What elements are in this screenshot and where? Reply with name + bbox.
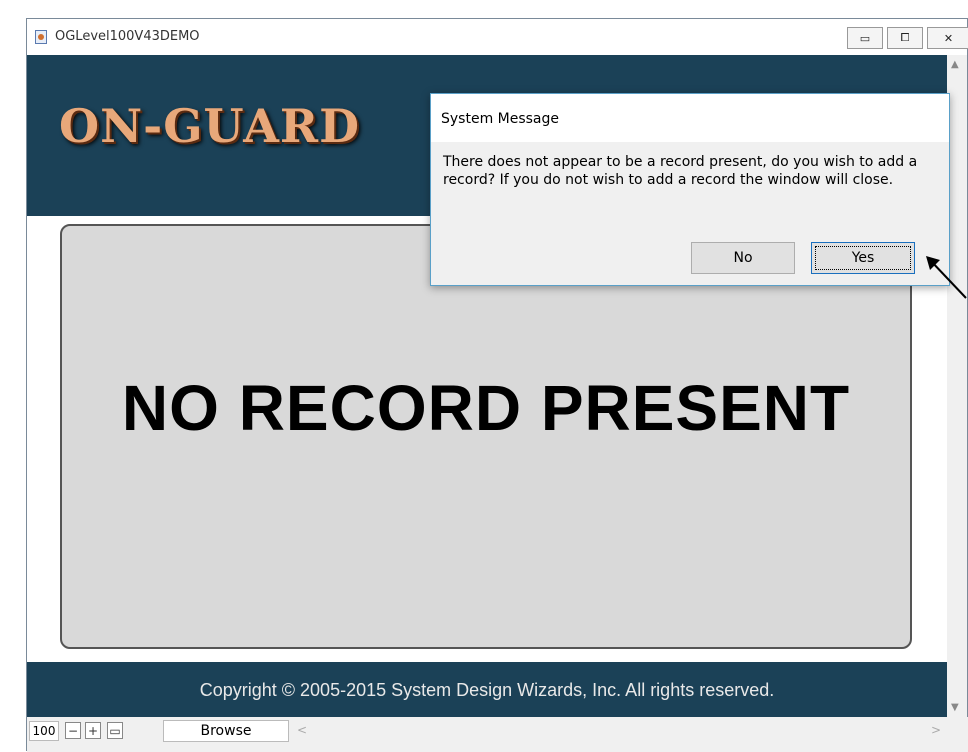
minimize-button[interactable]: ▭ <box>847 27 883 49</box>
no-button-label: No <box>733 250 753 266</box>
window-title: OGLevel100V43DEMO <box>55 29 200 44</box>
close-icon: ✕ <box>943 31 954 45</box>
scroll-down-icon[interactable]: ▼ <box>951 702 959 713</box>
zoom-out-icon[interactable]: − <box>65 722 81 739</box>
mode-indicator[interactable]: Browse <box>163 720 289 742</box>
scroll-up-icon[interactable]: ▲ <box>951 59 959 70</box>
title-bar[interactable]: OGLevel100V43DEMO ▭ ⧠ ✕ <box>27 19 968 55</box>
pointer-arrow-icon <box>926 256 967 299</box>
copyright-text: Copyright © 2005-2015 System Design Wiza… <box>199 680 775 700</box>
vertical-scrollbar[interactable]: ▲ ▼ <box>947 55 967 717</box>
status-bar: 100 − + ▭ Browse < > <box>27 717 968 752</box>
maximize-icon: ⧠ <box>900 31 910 44</box>
yes-button[interactable]: Yes <box>811 242 915 274</box>
zoom-level[interactable]: 100 <box>29 721 59 741</box>
footer-band: Copyright © 2005-2015 System Design Wiza… <box>27 662 947 717</box>
toggle-status-area-icon[interactable]: ▭ <box>107 722 123 739</box>
no-record-message: NO RECORD PRESENT <box>121 372 851 444</box>
scroll-left-icon[interactable]: < <box>297 723 307 737</box>
dialog-title: System Message <box>441 111 560 127</box>
dialog-message: There does not appear to be a record pre… <box>443 154 918 188</box>
on-guard-logo: ON-GUARD <box>59 99 361 153</box>
system-message-dialog: System Message There does not appear to … <box>430 93 950 286</box>
zoom-in-icon[interactable]: + <box>85 722 101 739</box>
maximize-button[interactable]: ⧠ <box>887 27 923 49</box>
scroll-right-icon[interactable]: > <box>931 723 941 737</box>
app-icon <box>35 30 47 44</box>
close-button[interactable]: ✕ <box>927 27 968 49</box>
record-panel: NO RECORD PRESENT <box>60 224 912 649</box>
no-button[interactable]: No <box>691 242 795 274</box>
focus-rectangle <box>815 246 911 270</box>
dialog-title-bar[interactable]: System Message <box>431 94 949 142</box>
minimize-icon: ▭ <box>859 31 871 45</box>
